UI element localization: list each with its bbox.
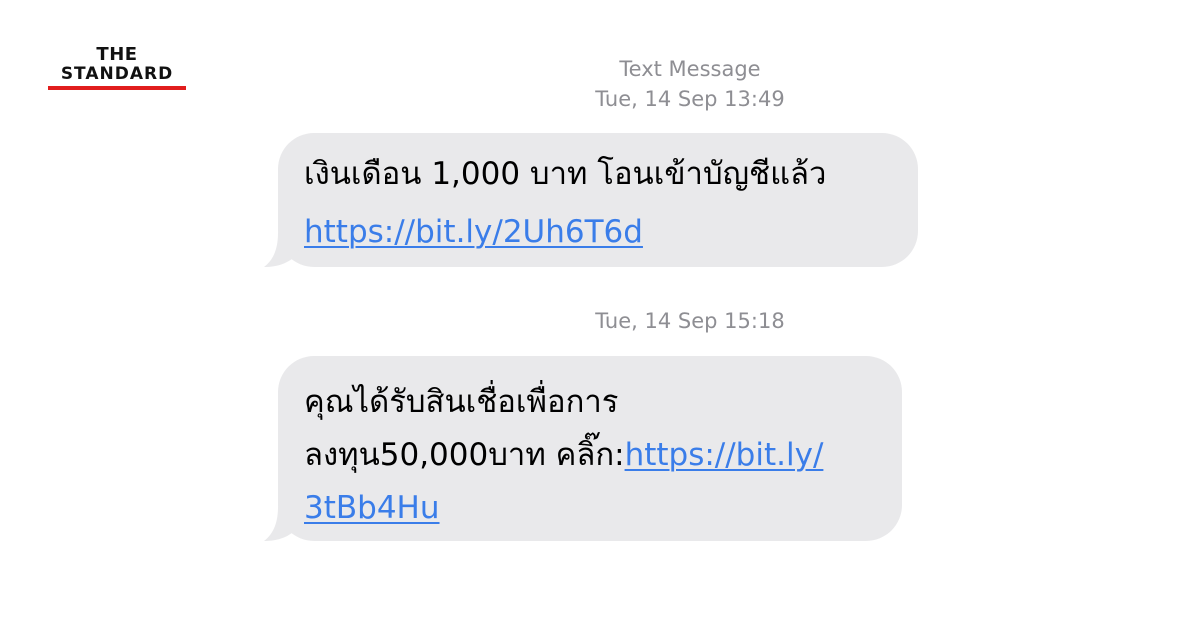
message-link-1[interactable]: https://bit.ly/2Uh6T6d	[304, 214, 643, 250]
message-text-2-line-2: ลงทุน50,000บาท คลิ๊ก:	[304, 437, 625, 473]
message-link-2-part-2[interactable]: 3tBb4Hu	[304, 490, 440, 526]
logo-line-the: THE	[96, 44, 138, 65]
logo-line-standard: STANDARD	[60, 64, 174, 84]
incoming-message-bubble-1[interactable]: เงินเดือน 1,000 บาท โอนเข้าบัญชีแล้ว htt…	[264, 133, 918, 267]
the-standard-logo: THE STANDARD	[48, 46, 186, 90]
bubble-tail-icon	[264, 233, 304, 267]
message-text-2-line-1: คุณได้รับสินเชื่อเพื่อการ	[304, 384, 619, 420]
thread-type-label: Text Message	[619, 57, 761, 81]
bubble-tail-icon	[264, 507, 304, 541]
logo-red-rule	[48, 86, 186, 90]
message-link-2-part-1[interactable]: https://bit.ly/	[625, 437, 824, 473]
message-header-1: Text Message Tue, 14 Sep 13:49	[520, 54, 860, 114]
message-text-1: เงินเดือน 1,000 บาท โอนเข้าบัญชีแล้ว	[304, 156, 827, 192]
incoming-message-bubble-2[interactable]: คุณได้รับสินเชื่อเพื่อการ ลงทุน50,000บาท…	[264, 356, 902, 541]
message-timestamp-1: Tue, 14 Sep 13:49	[595, 87, 785, 111]
message-timestamp-2: Tue, 14 Sep 15:18	[595, 309, 785, 333]
